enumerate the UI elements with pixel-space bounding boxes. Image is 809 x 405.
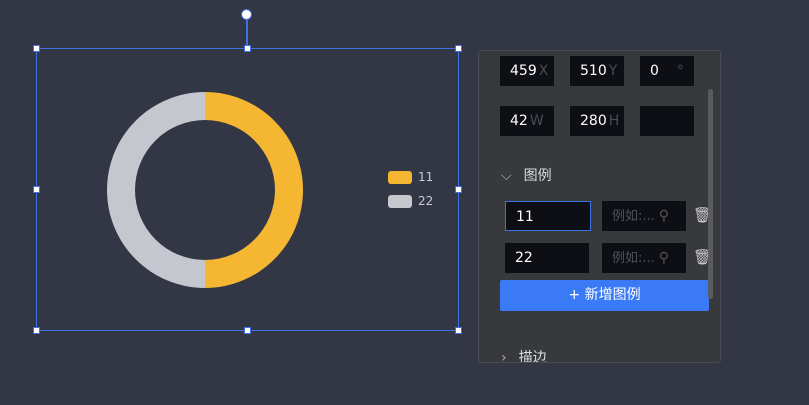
donut-slice-22 [107,92,205,288]
donut-slice-11 [205,92,303,288]
legend-label: 11 [418,170,434,184]
legend-name-input[interactable]: 22 [505,243,589,273]
legend-search-input[interactable]: 例如:... ⚲ [602,243,686,273]
legend-item: 11 [388,170,433,184]
width-input[interactable]: 42 W [500,106,554,136]
chevron-down-icon: ⌵ [501,168,512,184]
legend-swatch [388,170,412,184]
empty-input[interactable] [640,106,694,136]
add-legend-button[interactable]: + 新增图例 [500,280,709,311]
stroke-section-header[interactable]: › 描边 [501,347,547,363]
properties-panel: 459 X 510 Y 0 ° 42 W 280 H ⌵ 图例 11 例如:... ⚲ 🗑 2… [478,50,721,363]
chevron-right-icon: › [501,350,507,363]
legend-item: 22 [388,194,433,208]
scrollbar[interactable] [708,89,713,299]
y-input[interactable]: 510 Y [570,56,624,86]
search-icon: ⚲ [658,250,670,266]
legend-label: 22 [418,194,434,208]
legend-search-input[interactable]: 例如:... ⚲ [602,201,686,231]
legend-swatch [388,194,412,208]
legend-section-header[interactable]: ⌵ 图例 [501,165,552,185]
legend-name-input[interactable]: 11 [505,201,591,231]
rotation-input[interactable]: 0 ° [640,56,694,86]
height-input[interactable]: 280 H [570,106,624,136]
search-icon: ⚲ [658,208,670,224]
x-input[interactable]: 459 X [500,56,554,86]
